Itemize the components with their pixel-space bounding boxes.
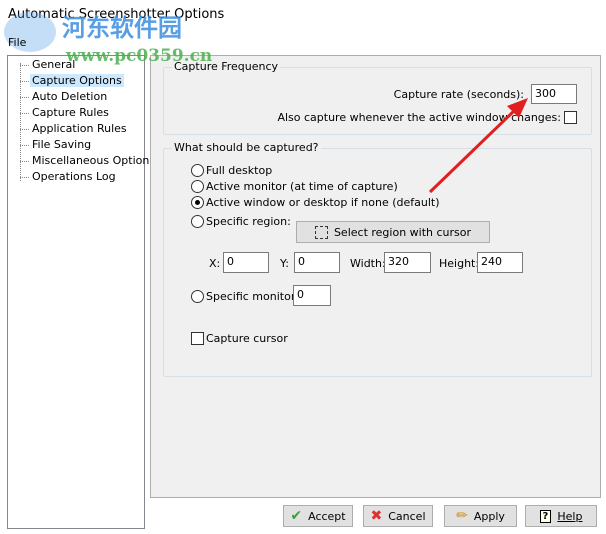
menu-file[interactable]: File xyxy=(8,36,26,49)
annotation-arrow xyxy=(428,98,528,194)
